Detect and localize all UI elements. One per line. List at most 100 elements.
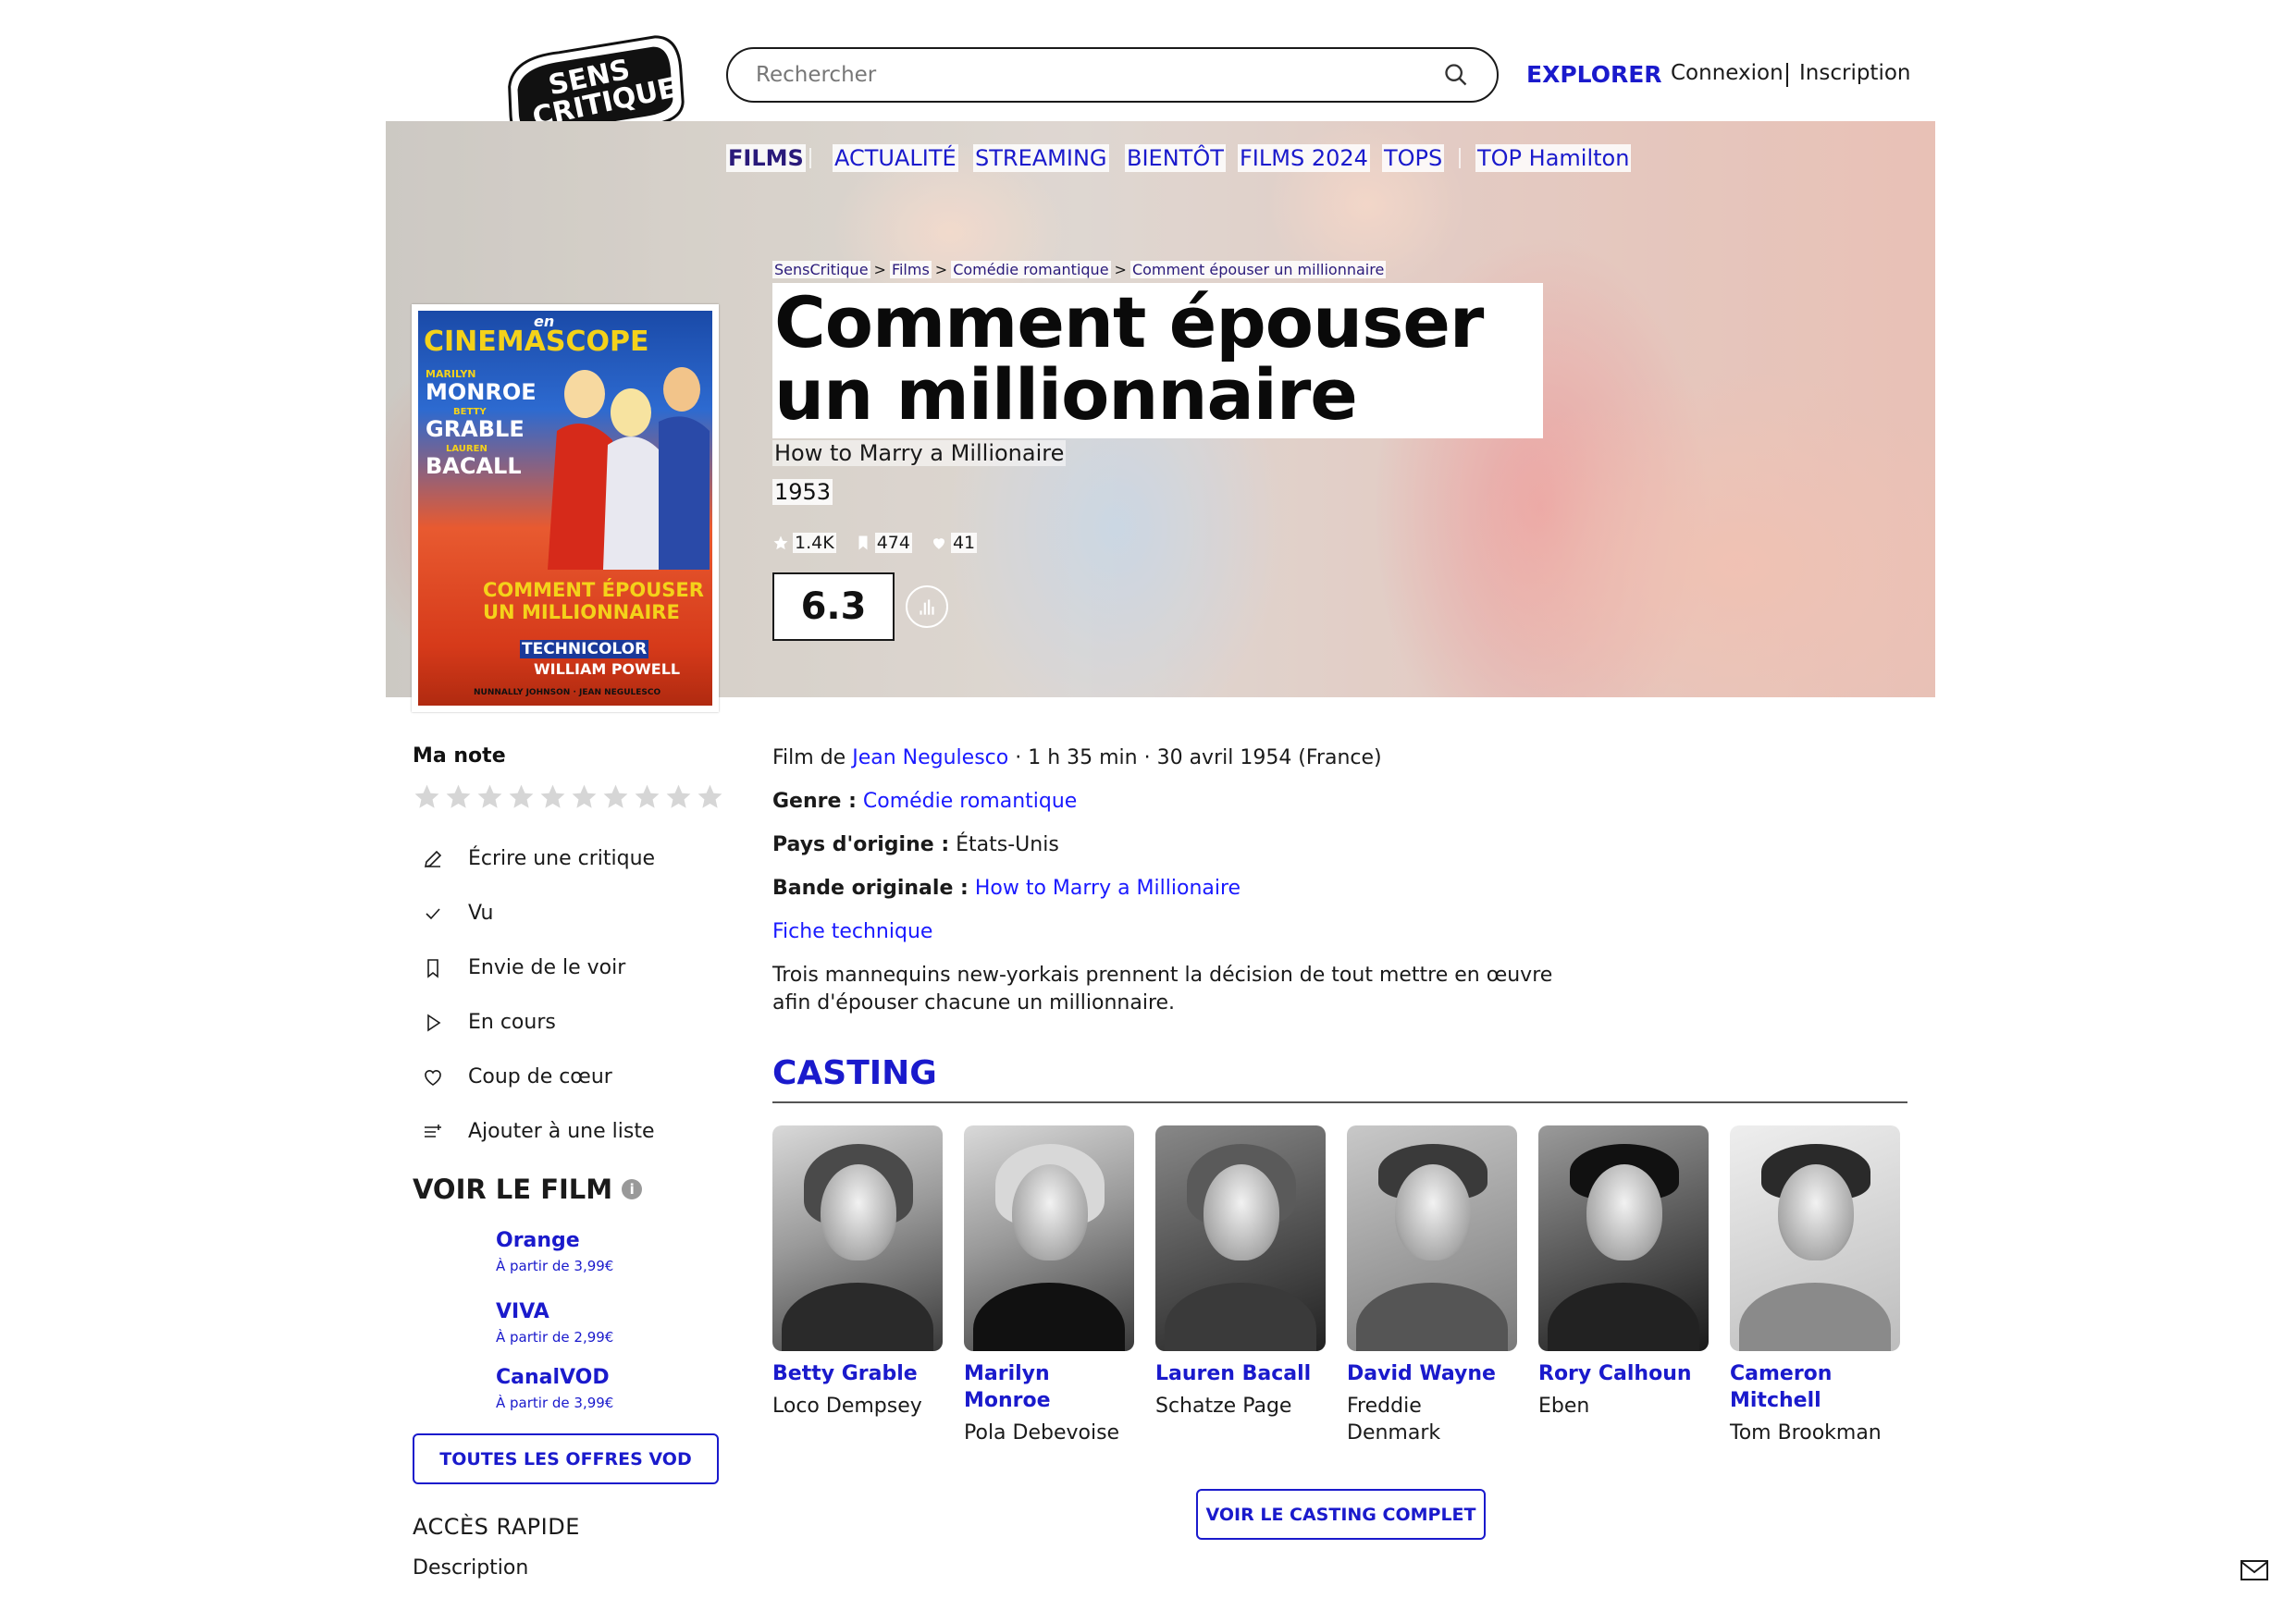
rating-star-icon[interactable] <box>570 782 599 811</box>
breadcrumb-separator: > <box>873 261 886 278</box>
actor-photo[interactable] <box>1347 1125 1517 1351</box>
soundtrack-row: Bande originale : How to Marry a Million… <box>772 877 1241 900</box>
search-input[interactable]: Rechercher <box>726 47 1499 103</box>
genre-link[interactable]: Comédie romantique <box>863 790 1077 813</box>
nav-top-hamilton[interactable]: TOP Hamilton <box>1475 144 1632 172</box>
actor-photo[interactable] <box>1538 1125 1709 1351</box>
vod-offer-viva[interactable]: VIVA À partir de 2,99€ <box>496 1300 727 1346</box>
film-stats: 1.4K 474 41 <box>772 533 978 553</box>
full-casting-button[interactable]: VOIR LE CASTING COMPLET <box>1196 1489 1486 1540</box>
synopsis: Trois mannequins new-yorkais prennent la… <box>772 964 1553 1014</box>
list-add-icon <box>425 1124 441 1137</box>
nav-tops[interactable]: TOPS <box>1382 144 1445 172</box>
action-label: Écrire une critique <box>468 847 656 870</box>
action-add-to-list[interactable]: Ajouter à une liste <box>413 1104 727 1159</box>
actor-card[interactable]: David Wayne Freddie Denmark <box>1347 1125 1517 1446</box>
actor-card[interactable]: Lauren Bacall Schatze Page <box>1155 1125 1326 1446</box>
actor-photo[interactable] <box>964 1125 1134 1351</box>
actor-role: Schatze Page <box>1155 1395 1292 1418</box>
actor-role: Eben <box>1538 1395 1590 1418</box>
soundtrack-link[interactable]: How to Marry a Millionaire <box>975 877 1241 900</box>
director-link[interactable]: Jean Negulesco <box>852 746 1008 769</box>
breadcrumb: SensCritique > Films > Comédie romantiqu… <box>772 261 1387 278</box>
rating-star-icon[interactable] <box>601 782 630 811</box>
nav-actualite[interactable]: ACTUALITÉ <box>833 144 958 172</box>
rating-star-icon[interactable] <box>444 782 473 811</box>
star-icon <box>773 535 788 550</box>
actor-name[interactable]: Lauren Bacall <box>1155 1360 1326 1387</box>
nav-films[interactable]: FILMS <box>726 144 806 172</box>
country-value: États-Unis <box>956 833 1059 856</box>
actor-name[interactable]: Cameron Mitchell <box>1730 1360 1900 1414</box>
heart-icon <box>932 538 944 549</box>
rating-star-icon[interactable] <box>696 782 724 811</box>
action-wishlist[interactable]: Envie de le voir <box>413 941 727 995</box>
poster-figures <box>548 367 710 570</box>
actor-photo[interactable] <box>1155 1125 1326 1351</box>
film-title-box: Comment épouser un millionnaire <box>772 283 1543 438</box>
rating-distribution-button[interactable] <box>906 585 948 628</box>
rating-star-icon[interactable] <box>633 782 661 811</box>
action-seen[interactable]: Vu <box>413 886 727 941</box>
actor-name[interactable]: Marilyn Monroe <box>964 1360 1134 1414</box>
film-meta: Film de Jean Negulesco · 1 h 35 min · 30… <box>772 746 1382 769</box>
all-vod-offers-button[interactable]: TOUTES LES OFFRES VOD <box>413 1433 719 1484</box>
poster-artwork: en CINEMASCOPE MARILYN MONROE BETTY GRAB… <box>418 311 712 706</box>
actor-card[interactable]: Marilyn Monroe Pola Debevoise <box>964 1125 1134 1446</box>
bookmark-icon <box>427 958 438 978</box>
signup-link[interactable]: Inscription <box>1799 61 1911 85</box>
breadcrumb-genre[interactable]: Comédie romantique <box>951 261 1111 278</box>
actor-role: Pola Debevoise <box>964 1421 1120 1445</box>
login-link[interactable]: Connexion <box>1671 61 1784 85</box>
bar-chart-icon <box>920 599 934 615</box>
play-icon <box>427 1014 441 1031</box>
rating-star-icon[interactable] <box>538 782 567 811</box>
tech-sheet-row: Fiche technique <box>772 918 1910 946</box>
my-rating-stars[interactable] <box>413 782 727 811</box>
vod-offer-canalvod[interactable]: CanalVOD À partir de 3,99€ <box>496 1366 727 1411</box>
film-details: Film de Jean Negulesco · 1 h 35 min · 30… <box>772 744 1910 1446</box>
wishlist-count: 474 <box>855 533 912 553</box>
breadcrumb-home[interactable]: SensCritique <box>772 261 870 278</box>
breadcrumb-current: Comment épouser un millionnaire <box>1129 261 1387 278</box>
action-label: Ajouter à une liste <box>468 1120 655 1143</box>
action-write-review[interactable]: Écrire une critique <box>413 831 727 886</box>
search-icon[interactable] <box>1443 62 1469 88</box>
action-in-progress[interactable]: En cours <box>413 995 727 1050</box>
actor-photo[interactable] <box>772 1125 943 1351</box>
film-poster[interactable]: en CINEMASCOPE MARILYN MONROE BETTY GRAB… <box>412 304 719 712</box>
tech-sheet-link[interactable]: Fiche technique <box>772 920 932 943</box>
actor-name[interactable]: Betty Grable <box>772 1360 943 1387</box>
rating-star-icon[interactable] <box>475 782 504 811</box>
nav-streaming[interactable]: STREAMING <box>973 144 1109 172</box>
film-title: Comment épouser un millionnaire <box>774 281 1484 436</box>
rating-star-icon[interactable] <box>664 782 693 811</box>
info-icon[interactable]: i <box>622 1179 643 1199</box>
actor-card[interactable]: Betty Grable Loco Dempsey <box>772 1125 943 1446</box>
actor-name[interactable]: David Wayne <box>1347 1360 1517 1387</box>
actor-role: Tom Brookman <box>1730 1421 1882 1445</box>
breadcrumb-films[interactable]: Films <box>889 261 932 278</box>
actor-name[interactable]: Rory Calhoun <box>1538 1360 1709 1387</box>
nav-films-2024[interactable]: FILMS 2024 <box>1238 144 1370 172</box>
header-divider <box>1786 63 1788 87</box>
action-label: Vu <box>468 902 494 925</box>
quick-link-description[interactable]: Description <box>413 1556 727 1580</box>
heart-icon <box>425 1069 441 1086</box>
release-year[interactable]: 1953 <box>772 479 833 505</box>
check-icon <box>426 907 440 919</box>
rating-star-icon[interactable] <box>413 782 441 811</box>
action-favorite[interactable]: Coup de cœur <box>413 1050 727 1104</box>
nav-bientot[interactable]: BIENTÔT <box>1125 144 1226 172</box>
actor-role: Freddie Denmark <box>1347 1395 1441 1445</box>
rating-star-icon[interactable] <box>507 782 536 811</box>
vod-offer-orange[interactable]: Orange À partir de 3,99€ <box>496 1229 727 1274</box>
action-label: Envie de le voir <box>468 956 626 979</box>
casting-title: CASTING <box>772 1054 937 1092</box>
nav-divider <box>1459 148 1461 168</box>
actor-photo[interactable] <box>1730 1125 1900 1351</box>
actor-card[interactable]: Rory Calhoun Eben <box>1538 1125 1709 1446</box>
explore-link[interactable]: EXPLORER <box>1526 61 1662 88</box>
actor-card[interactable]: Cameron Mitchell Tom Brookman <box>1730 1125 1900 1446</box>
mail-icon[interactable] <box>2240 1559 2268 1581</box>
